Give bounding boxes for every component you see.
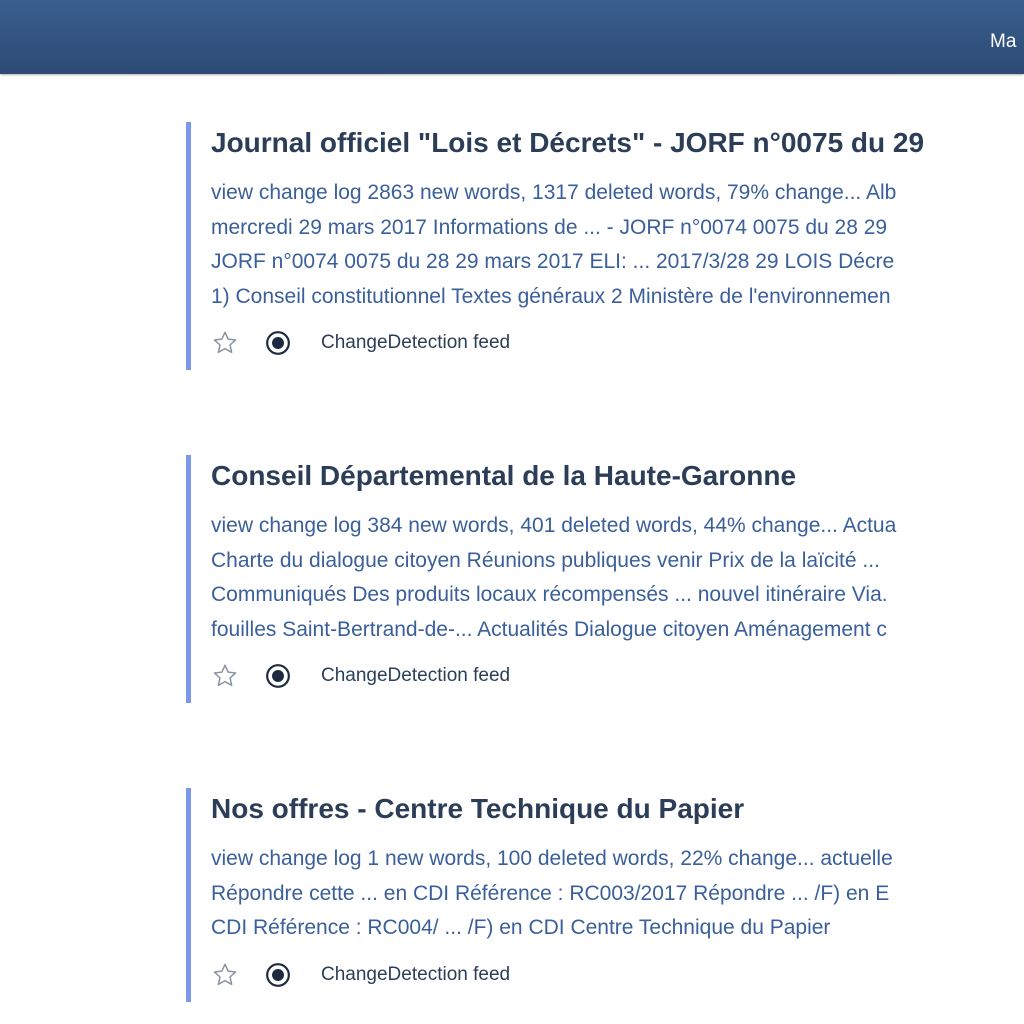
- snippet-line: 1) Conseil constitutionnel Textes généra…: [211, 284, 891, 308]
- result-title[interactable]: Journal officiel "Lois et Décrets" - JOR…: [211, 122, 1024, 160]
- star-icon[interactable]: [211, 662, 239, 690]
- snippet-line: CDI Référence : RC004/ ... /F) en CDI Ce…: [211, 916, 831, 939]
- result-actions: ChangeDetection feed: [211, 326, 1024, 360]
- feed-link[interactable]: ChangeDetection feed: [321, 964, 510, 986]
- feed-link[interactable]: ChangeDetection feed: [321, 332, 510, 354]
- result-card: Journal officiel "Lois et Décrets" - JOR…: [186, 122, 1024, 370]
- result-title[interactable]: Nos offres - Centre Technique du Papier: [211, 788, 1024, 826]
- result-actions: ChangeDetection feed: [211, 958, 1024, 992]
- result-snippet: view change log 384 new words, 401 delet…: [211, 509, 1024, 647]
- result-card: Conseil Départemental de la Haute-Garonn…: [186, 455, 1024, 703]
- result-snippet: view change log 2863 new words, 1317 del…: [211, 176, 1024, 314]
- snippet-line: mercredi 29 mars 2017 Informations de ..…: [211, 215, 888, 239]
- result-card: Nos offres - Centre Technique du Papier …: [186, 788, 1024, 1002]
- snippet-line: Charte du dialogue citoyen Réunions publ…: [211, 548, 880, 572]
- snippet-line: Répondre cette ... en CDI Référence : RC…: [211, 881, 890, 905]
- feed-link[interactable]: ChangeDetection feed: [321, 665, 510, 687]
- feed-icon[interactable]: [265, 962, 291, 988]
- result-snippet: view change log 1 new words, 100 deleted…: [211, 842, 1024, 946]
- result-actions: ChangeDetection feed: [211, 659, 1024, 693]
- top-navigation-bar: Ma: [0, 0, 1024, 74]
- snippet-line: JORF n°0074 0075 du 28 29 mars 2017 ELI:…: [211, 250, 895, 273]
- snippet-line: view change log 2863 new words, 1317 del…: [211, 181, 897, 204]
- snippet-line: Communiqués Des produits locaux récompen…: [211, 583, 888, 606]
- result-title[interactable]: Conseil Départemental de la Haute-Garonn…: [211, 455, 1024, 493]
- feed-icon[interactable]: [265, 663, 291, 689]
- snippet-line: fouilles Saint-Bertrand-de-... Actualité…: [211, 617, 887, 641]
- feed-icon[interactable]: [265, 330, 291, 356]
- star-icon[interactable]: [211, 329, 239, 357]
- star-icon[interactable]: [211, 961, 239, 989]
- nav-menu-item[interactable]: Ma: [990, 31, 1016, 53]
- snippet-line: view change log 384 new words, 401 delet…: [211, 514, 897, 537]
- snippet-line: view change log 1 new words, 100 deleted…: [211, 847, 893, 870]
